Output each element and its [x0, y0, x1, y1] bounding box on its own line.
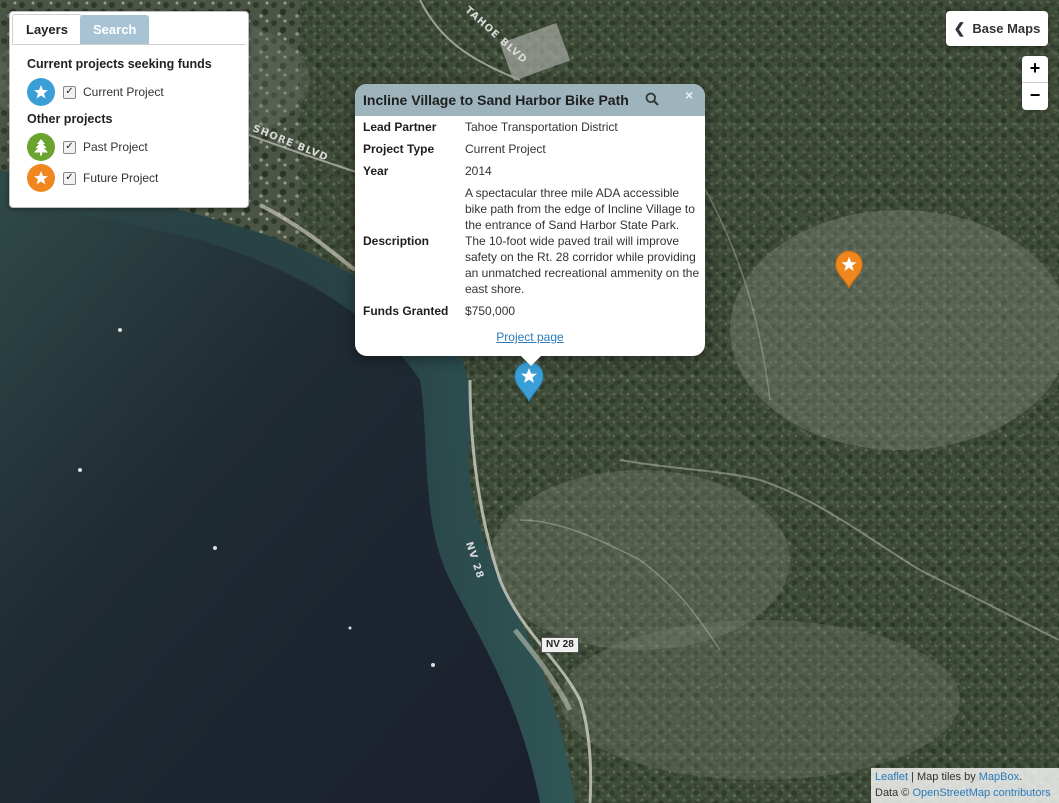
- base-maps-label: Base Maps: [972, 21, 1041, 36]
- tab-layers[interactable]: Layers: [12, 14, 82, 44]
- tab-search[interactable]: Search: [80, 15, 150, 44]
- section-title-other: Other projects: [27, 112, 113, 126]
- popup-tip: [519, 354, 543, 366]
- map-attribution: Leaflet | Map tiles by MapBox. Data © Op…: [871, 768, 1059, 803]
- project-page-link[interactable]: Project page: [355, 330, 705, 344]
- popup-row-label: Description: [363, 234, 430, 248]
- popup-row-label: Lead Partner: [363, 120, 437, 134]
- highway-shield: NV 28: [541, 637, 579, 653]
- attribution-dot: .: [1019, 771, 1023, 783]
- chevron-left-icon: ❮: [953, 20, 966, 36]
- attribution-text: | Map tiles by: [908, 771, 979, 783]
- layer-checkbox-past-project[interactable]: ✓: [63, 140, 76, 154]
- popup-row-value: A spectacular three mile ADA accessible …: [465, 186, 700, 296]
- layer-row-future-project[interactable]: ✓ Future Project: [27, 164, 158, 192]
- zoom-in-button[interactable]: +: [1022, 56, 1048, 83]
- layer-label: Past Project: [83, 140, 148, 154]
- layers-panel: Layers Search Current projects seeking f…: [9, 11, 249, 208]
- popup-row-label: Project Type: [363, 142, 435, 156]
- base-maps-button[interactable]: ❮ Base Maps: [946, 11, 1048, 46]
- search-icon[interactable]: [645, 92, 659, 106]
- attribution-data: Data ©: [875, 787, 913, 799]
- zoom-control: + −: [1022, 56, 1048, 110]
- section-title-current: Current projects seeking funds: [27, 57, 212, 71]
- star-icon: [27, 164, 55, 192]
- popup-row-value: Tahoe Transportation District: [465, 120, 618, 134]
- panel-tabs: Layers Search: [12, 14, 246, 45]
- popup-header: Incline Village to Sand Harbor Bike Path…: [355, 84, 705, 116]
- layer-row-current-project[interactable]: ✓ Current Project: [27, 78, 164, 106]
- layer-row-past-project[interactable]: ✓ Past Project: [27, 133, 148, 161]
- star-icon: [27, 78, 55, 106]
- mapbox-link[interactable]: MapBox: [979, 771, 1019, 783]
- popup-row-value: $750,000: [465, 304, 516, 318]
- map-pin-icon: [835, 250, 863, 289]
- popup-row-label: Year: [363, 164, 389, 178]
- osm-link[interactable]: OpenStreetMap contributors: [912, 787, 1050, 799]
- layer-checkbox-future-project[interactable]: ✓: [63, 171, 76, 185]
- leaflet-link[interactable]: Leaflet: [875, 771, 908, 783]
- layer-label: Future Project: [83, 171, 159, 185]
- popup-row-value: 2014: [465, 164, 492, 178]
- close-icon[interactable]: ×: [685, 87, 693, 103]
- layer-checkbox-current-project[interactable]: ✓: [63, 85, 76, 99]
- project-popup: Incline Village to Sand Harbor Bike Path…: [355, 84, 705, 366]
- layer-label: Current Project: [83, 85, 164, 99]
- tree-icon: [27, 133, 55, 161]
- map-pin-icon: [514, 362, 544, 402]
- popup-row-value: Current Project: [465, 142, 546, 156]
- popup-row-label: Funds Granted: [363, 304, 449, 318]
- zoom-out-button[interactable]: −: [1022, 83, 1048, 109]
- popup-title: Incline Village to Sand Harbor Bike Path: [363, 92, 629, 108]
